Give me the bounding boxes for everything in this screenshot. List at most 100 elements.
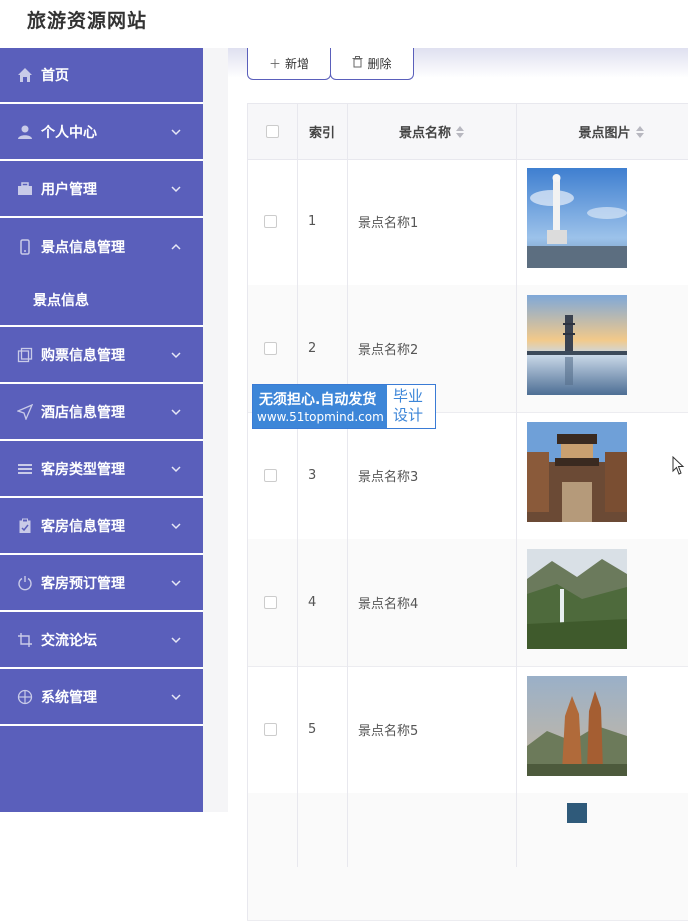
sidebar-subitem-attraction-info[interactable]: 景点信息: [0, 275, 203, 327]
phone-icon: [16, 238, 34, 256]
chevron-down-icon: [171, 522, 181, 529]
site-title: 旅游资源网站: [27, 10, 148, 32]
row-checkbox[interactable]: [264, 215, 277, 228]
send-icon: [16, 403, 34, 421]
attraction-image[interactable]: [527, 168, 627, 268]
mouse-cursor-icon: [672, 456, 685, 475]
row-index: 4: [308, 595, 317, 610]
select-all-checkbox[interactable]: [265, 125, 279, 138]
sidebar-item-label: 购票信息管理: [41, 347, 125, 364]
sidebar-item-system-management[interactable]: 系统管理: [0, 669, 203, 726]
watermark-url: www.51topmind.com: [257, 410, 384, 424]
table-row: 4 景点名称4: [247, 539, 688, 667]
header-name: 景点名称: [398, 126, 451, 141]
row-index: 5: [308, 722, 317, 737]
table-row: [247, 793, 688, 921]
sidebar-item-label: 酒店信息管理: [41, 404, 125, 421]
list-icon: [16, 460, 34, 478]
chevron-down-icon: [171, 465, 181, 472]
sidebar: 首页 个人中心 用户管理 景点信息管理 景点信息 购票信息管理 酒店信息管理 客…: [0, 48, 203, 812]
table-row: 3 景点名称3: [247, 412, 688, 540]
row-name: 景点名称1: [358, 216, 419, 231]
column-divider: [297, 103, 298, 867]
watermark-side-text: 毕业设计: [393, 387, 424, 424]
sidebar-item-room-type-management[interactable]: 客房类型管理: [0, 441, 203, 498]
watermark: 无须担心.自动发货 www.51topmind.com 毕业设计: [252, 384, 436, 429]
row-index: 1: [308, 214, 317, 229]
delete-button[interactable]: 删除: [330, 48, 414, 80]
row-name: 景点名称3: [358, 470, 419, 485]
chevron-down-icon: [171, 351, 181, 358]
header-name-cell[interactable]: 景点名称: [347, 104, 516, 159]
row-index: 3: [308, 468, 317, 483]
main-panel: ＋ 新增 删除 索引 景点名称 景点图片 1 景点名称1 2 景点名称2 3 景…: [228, 48, 688, 921]
sidebar-item-forum[interactable]: 交流论坛: [0, 612, 203, 669]
delete-button-label: 删除: [367, 57, 392, 71]
attraction-image[interactable]: [527, 549, 627, 649]
row-name: 景点名称5: [358, 724, 419, 739]
sidebar-item-label: 客房信息管理: [41, 518, 125, 535]
watermark-banner: 无须担心.自动发货 www.51topmind.com: [253, 385, 387, 428]
chevron-down-icon: [171, 185, 181, 192]
row-checkbox[interactable]: [264, 342, 277, 355]
chevron-down-icon: [171, 579, 181, 586]
add-button[interactable]: ＋ 新增: [247, 48, 331, 80]
header-checkbox-cell: [247, 104, 297, 159]
attraction-image[interactable]: [527, 295, 627, 395]
crop-icon: [16, 631, 34, 649]
sidebar-item-label: 交流论坛: [41, 632, 97, 649]
row-name: 景点名称4: [358, 597, 419, 612]
sidebar-item-attraction-management[interactable]: 景点信息管理: [0, 218, 203, 275]
sidebar-item-label: 用户管理: [41, 181, 97, 198]
content-area: ＋ 新增 删除 索引 景点名称 景点图片 1 景点名称1 2 景点名称2 3 景…: [203, 48, 688, 921]
sidebar-item-label: 系统管理: [41, 689, 97, 706]
row-checkbox[interactable]: [264, 723, 277, 736]
sidebar-item-user-management[interactable]: 用户管理: [0, 161, 203, 218]
chevron-down-icon: [171, 128, 181, 135]
header-image-cell[interactable]: 景点图片: [516, 104, 688, 159]
sidebar-item-personal-center[interactable]: 个人中心: [0, 104, 203, 161]
clipboard-icon: [16, 517, 34, 535]
column-divider: [516, 103, 517, 867]
table-header: 索引 景点名称 景点图片: [247, 103, 688, 160]
add-button-label: 新增: [285, 57, 310, 71]
sidebar-item-label: 个人中心: [41, 124, 97, 141]
plus-icon: ＋: [268, 57, 281, 71]
sidebar-item-label: 首页: [41, 68, 69, 84]
power-icon: [16, 574, 34, 592]
sidebar-item-hotel-management[interactable]: 酒店信息管理: [0, 384, 203, 441]
sidebar-item-room-info-management[interactable]: 客房信息管理: [0, 498, 203, 555]
user-icon: [16, 123, 34, 141]
attraction-image[interactable]: [527, 676, 627, 776]
home-icon: [16, 66, 34, 84]
table-row: 1 景点名称1: [247, 158, 688, 286]
chevron-down-icon: [171, 693, 181, 700]
chevron-up-icon: [171, 243, 181, 250]
table-row: 5 景点名称5: [247, 666, 688, 794]
chevron-down-icon: [171, 636, 181, 643]
watermark-text: 无须担心.自动发货: [259, 392, 377, 408]
briefcase-icon: [16, 180, 34, 198]
row-checkbox[interactable]: [264, 596, 277, 609]
sort-icon[interactable]: [635, 125, 644, 138]
sidebar-item-home[interactable]: 首页: [0, 48, 203, 104]
globe-icon: [16, 688, 34, 706]
sidebar-item-ticket-management[interactable]: 购票信息管理: [0, 327, 203, 384]
top-bar: 旅游资源网站: [0, 0, 688, 48]
copy-icon: [16, 346, 34, 364]
chevron-down-icon: [171, 408, 181, 415]
header-image: 景点图片: [578, 126, 631, 141]
trash-icon: [352, 56, 363, 71]
row-checkbox[interactable]: [264, 469, 277, 482]
sort-icon[interactable]: [456, 125, 464, 138]
sidebar-item-label: 客房类型管理: [41, 461, 125, 478]
attraction-image[interactable]: [527, 803, 627, 823]
sidebar-item-room-booking-management[interactable]: 客房预订管理: [0, 555, 203, 612]
sidebar-subitem-label: 景点信息: [33, 293, 89, 309]
header-index: 索引: [308, 126, 335, 141]
sidebar-item-label: 客房预订管理: [41, 575, 125, 592]
attraction-image[interactable]: [527, 422, 627, 522]
sidebar-item-label: 景点信息管理: [41, 239, 125, 256]
column-divider: [347, 103, 348, 867]
table-left-border: [247, 103, 248, 867]
